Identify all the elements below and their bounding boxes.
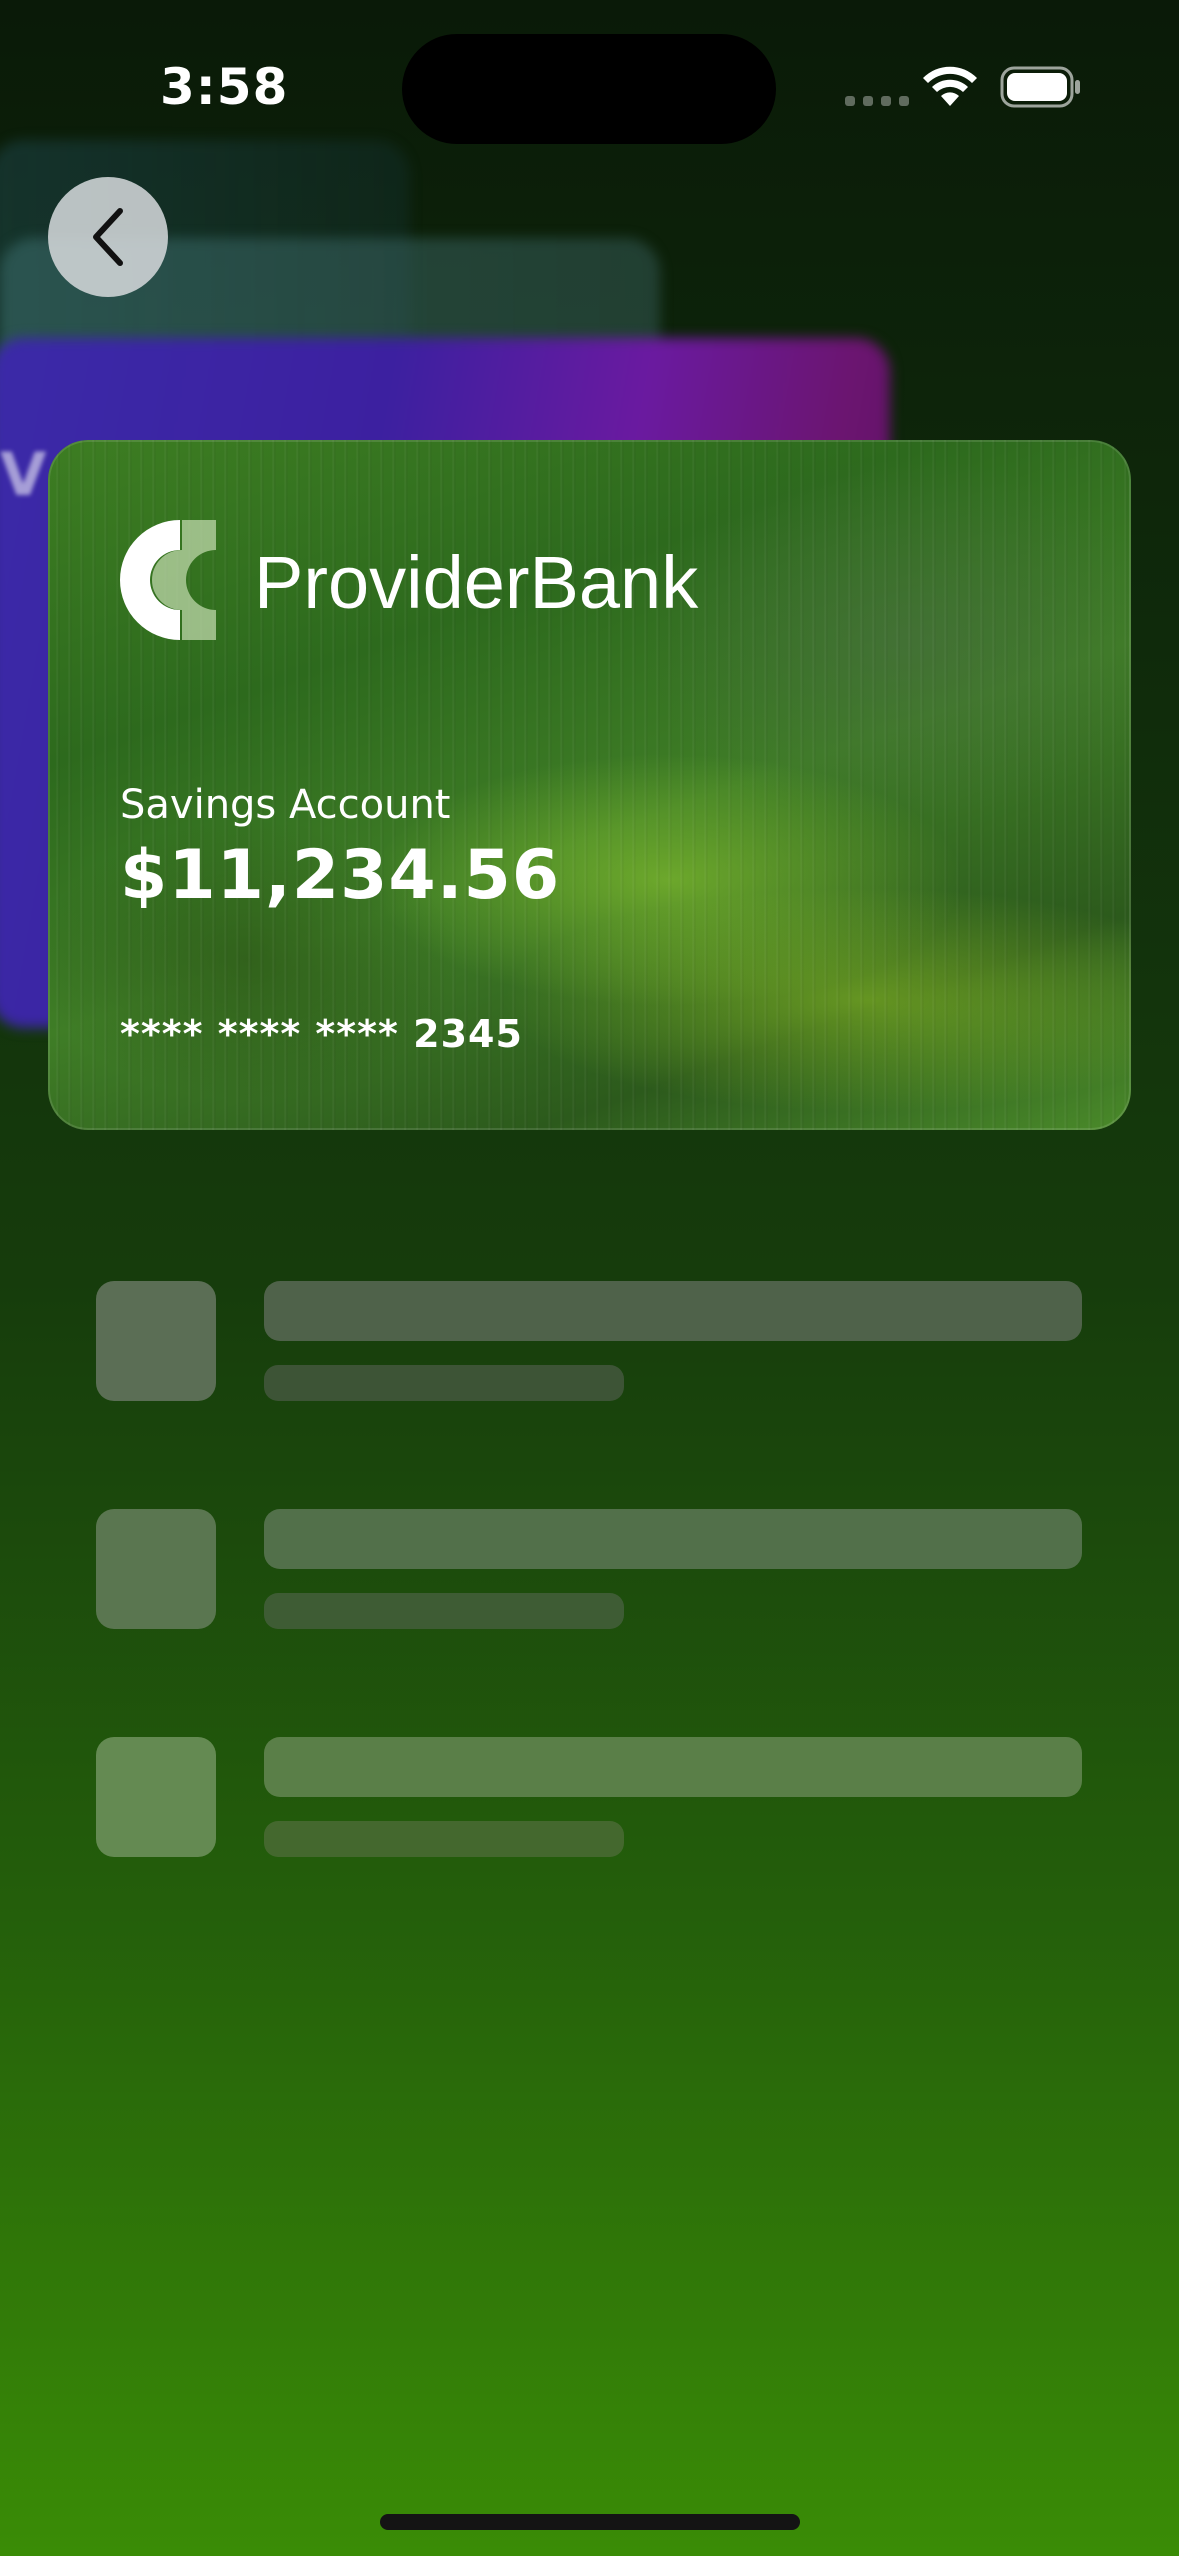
status-time: 3:58 (160, 58, 289, 116)
skeleton-subtitle (264, 1593, 624, 1629)
back-button[interactable] (48, 177, 168, 297)
card-number: **** **** **** 2345 (120, 1012, 523, 1056)
list-item (96, 1281, 1082, 1401)
skeleton-thumbnail (96, 1281, 216, 1401)
bank-card[interactable]: ProviderBank Savings Account $11,234.56 … (48, 440, 1131, 1130)
background-card-text: V (0, 440, 47, 510)
skeleton-subtitle (264, 1821, 624, 1857)
list-item (96, 1509, 1082, 1629)
skeleton-thumbnail (96, 1509, 216, 1629)
skeleton-subtitle (264, 1365, 624, 1401)
skeleton-thumbnail (96, 1737, 216, 1857)
account-balance: $11,234.56 (120, 836, 561, 915)
skeleton-title (264, 1509, 1082, 1569)
wifi-icon (923, 66, 977, 106)
skeleton-title (264, 1737, 1082, 1797)
list-item (96, 1737, 1082, 1857)
dynamic-island (402, 34, 776, 144)
bank-name: ProviderBank (254, 541, 699, 624)
cellular-signal-icon (845, 96, 909, 106)
skeleton-title (264, 1281, 1082, 1341)
provider-bank-logo-icon (120, 520, 216, 640)
battery-icon (1000, 66, 1080, 108)
chevron-left-icon (93, 208, 123, 266)
account-type: Savings Account (120, 782, 451, 828)
home-indicator[interactable] (380, 2514, 800, 2530)
